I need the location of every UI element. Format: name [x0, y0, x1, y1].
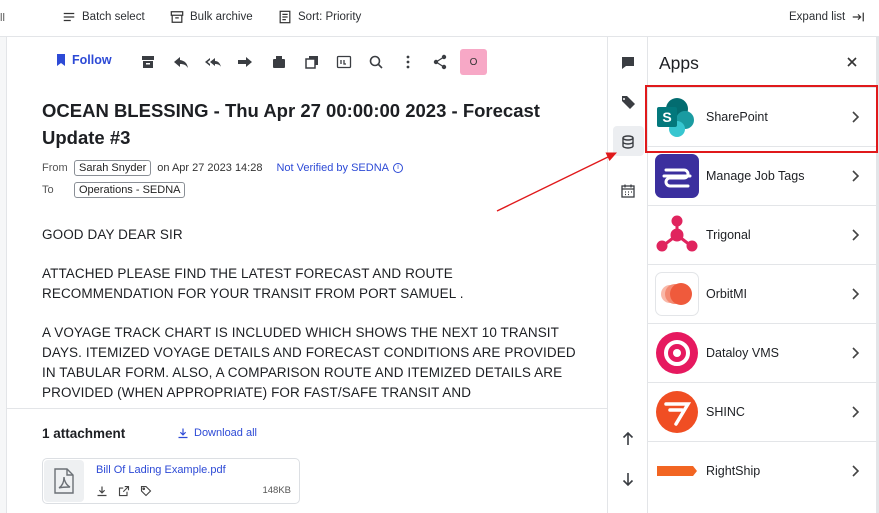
- chevron-right-icon: [852, 229, 860, 241]
- from-label: From: [42, 162, 68, 174]
- list-pane-sliver: [0, 37, 7, 513]
- to-row: To Operations - SEDNA: [42, 182, 186, 198]
- message-toolbar: Follow O: [7, 47, 607, 77]
- rightship-logo-icon: [655, 449, 699, 493]
- message-subject: OCEAN BLESSING - Thu Apr 27 00:00:00 202…: [42, 100, 540, 148]
- recipient-chip[interactable]: Operations - SEDNA: [74, 182, 186, 198]
- attachments-section: 1 attachment Download all Bill Of Lading…: [7, 408, 607, 513]
- sent-date: on Apr 27 2023 14:28: [157, 162, 263, 174]
- expand-list-label: Expand list: [789, 11, 846, 23]
- download-all-button[interactable]: Download all: [177, 427, 257, 439]
- list-check-icon: [63, 12, 75, 22]
- app-name: SharePoint: [706, 110, 768, 124]
- orbitmi-logo-icon: [655, 272, 699, 316]
- bulk-archive-label: Bulk archive: [190, 11, 253, 23]
- chevron-right-icon: [852, 111, 860, 123]
- app-item-dataloy-vms[interactable]: Dataloy VMS: [648, 323, 877, 382]
- apps-panel: Apps S SharePoint Manage Job Tags Trigon…: [648, 37, 879, 513]
- calendar-icon[interactable]: [620, 183, 636, 199]
- message-body: GOOD DAY DEAR SIR ATTACHED PLEASE FIND T…: [42, 225, 587, 401]
- body-paragraph: ATTACHED PLEASE FIND THE LATEST FORECAST…: [42, 266, 464, 301]
- print-bag-icon[interactable]: [271, 54, 287, 70]
- id-card-icon[interactable]: [336, 54, 352, 70]
- copy-icon[interactable]: [304, 54, 320, 70]
- chevron-right-icon: [852, 347, 860, 359]
- app-name: Trigonal: [706, 228, 751, 242]
- expand-list-button[interactable]: Expand list: [789, 10, 865, 24]
- forward-icon[interactable]: [237, 54, 253, 70]
- share-icon[interactable]: [432, 54, 448, 70]
- batch-select-button[interactable]: Batch select: [62, 10, 145, 24]
- app-item-trigonal[interactable]: Trigonal: [648, 205, 877, 264]
- from-row: From Sarah Snyder on Apr 27 2023 14:28 N…: [42, 160, 403, 176]
- reply-all-icon[interactable]: [205, 54, 221, 70]
- attachment-card[interactable]: Bill Of Lading Example.pdf 148KB: [42, 458, 300, 504]
- app-item-manage-job-tags[interactable]: Manage Job Tags: [648, 146, 877, 205]
- pdf-icon: [44, 460, 84, 502]
- sort-button[interactable]: Sort: Priority: [278, 10, 361, 24]
- attachments-title: 1 attachment: [42, 426, 126, 441]
- app-item-orbitmi[interactable]: OrbitMI: [648, 264, 877, 323]
- comment-icon[interactable]: [620, 55, 636, 71]
- attachment-actions: [96, 485, 152, 497]
- chevron-right-icon: [852, 406, 860, 418]
- batch-select-label: Batch select: [82, 11, 145, 23]
- arrow-up-icon[interactable]: [620, 431, 636, 447]
- archive-icon: [170, 11, 184, 23]
- shinc-logo-icon: [655, 390, 699, 434]
- flag-icon: [57, 54, 65, 66]
- attachment-size: 148KB: [262, 485, 291, 496]
- top-toolbar: ll Batch select Bulk archive Sort: Prior…: [0, 0, 879, 37]
- chevron-right-icon: [852, 465, 860, 477]
- close-icon[interactable]: [845, 55, 859, 69]
- sender-chip[interactable]: Sarah Snyder: [74, 160, 152, 176]
- dataloy-logo-icon: [655, 331, 699, 375]
- svg-text:S: S: [662, 109, 671, 125]
- app-list: S SharePoint Manage Job Tags Trigonal Or…: [648, 87, 877, 500]
- app-name: Dataloy VMS: [706, 346, 779, 360]
- download-icon: [178, 428, 188, 439]
- chevron-right-icon: [852, 170, 860, 182]
- more-vertical-icon[interactable]: [400, 54, 416, 70]
- list-edge-fragment: ll: [0, 12, 5, 24]
- apps-title: Apps: [659, 53, 699, 73]
- app-name: RightShip: [706, 464, 761, 478]
- archive-icon[interactable]: [140, 54, 156, 70]
- search-icon[interactable]: [368, 54, 384, 70]
- side-icon-rail: [607, 37, 648, 513]
- chevron-right-icon: [852, 288, 860, 300]
- expand-right-icon: [853, 12, 865, 22]
- attachment-name[interactable]: Bill Of Lading Example.pdf: [96, 464, 226, 476]
- follow-button[interactable]: Follow: [57, 53, 112, 67]
- info-icon: i: [392, 163, 403, 173]
- avatar[interactable]: O: [460, 49, 487, 75]
- app-item-rightship[interactable]: RightShip: [648, 441, 877, 500]
- app-name: SHINC: [706, 405, 745, 419]
- sharepoint-logo-icon: S: [655, 95, 699, 139]
- sort-label: Sort: Priority: [298, 11, 362, 23]
- body-paragraph: A VOYAGE TRACK CHART IS INCLUDED WHICH S…: [42, 325, 576, 400]
- app-name: OrbitMI: [706, 287, 747, 301]
- job-tags-logo-icon: [655, 154, 699, 198]
- verification-status[interactable]: Not Verified by SEDNA i: [276, 162, 403, 174]
- download-all-label: Download all: [194, 427, 257, 439]
- open-external-icon[interactable]: [118, 485, 130, 497]
- app-item-sharepoint[interactable]: S SharePoint: [648, 87, 877, 146]
- body-paragraph: GOOD DAY DEAR SIR: [42, 227, 183, 242]
- trigonal-logo-icon: [655, 213, 699, 257]
- tag-icon[interactable]: [140, 485, 152, 497]
- download-icon[interactable]: [96, 485, 108, 497]
- reply-icon[interactable]: [173, 54, 189, 70]
- to-label: To: [42, 184, 54, 196]
- tag-icon[interactable]: [620, 94, 636, 110]
- sort-doc-icon: [279, 10, 291, 24]
- arrow-down-icon[interactable]: [620, 471, 636, 487]
- follow-label: Follow: [72, 53, 112, 67]
- bulk-archive-button[interactable]: Bulk archive: [170, 10, 253, 24]
- app-item-shinc[interactable]: SHINC: [648, 382, 877, 441]
- verification-label: Not Verified by SEDNA: [276, 162, 389, 174]
- app-name: Manage Job Tags: [706, 169, 805, 183]
- message-pane: Follow O OCEAN BLESSING - Thu Apr 27 00:…: [7, 37, 607, 513]
- database-icon[interactable]: [620, 134, 636, 150]
